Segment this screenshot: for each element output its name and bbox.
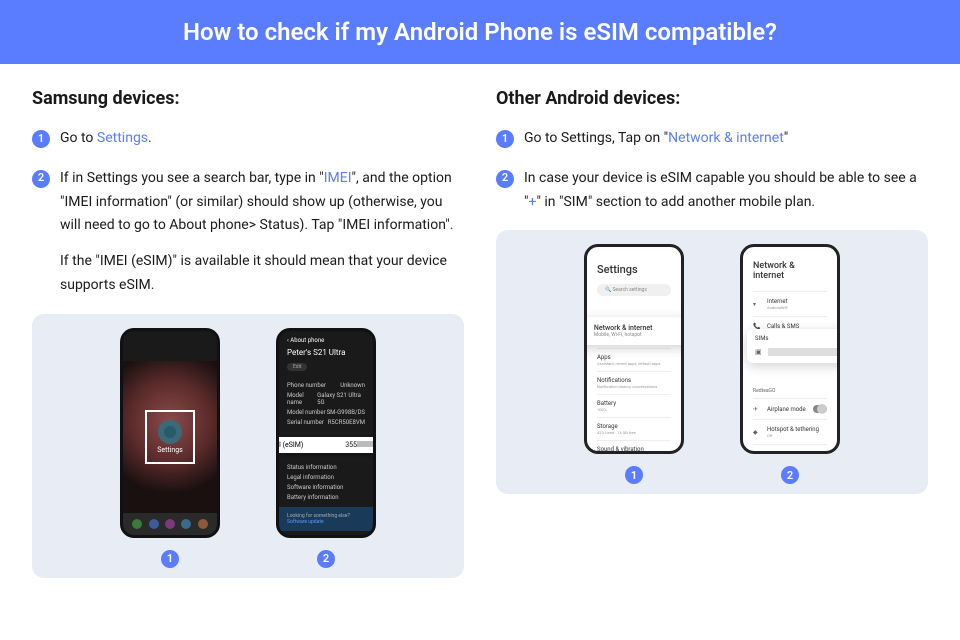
thumb-number: 1 xyxy=(161,550,179,568)
samsung-step-2: 2 If in Settings you see a search bar, t… xyxy=(32,167,464,298)
phone-mock-samsung-home: Settings xyxy=(120,328,220,538)
search-bar: 🔍 Search settings xyxy=(597,284,671,296)
step-text: Go to Settings. xyxy=(60,127,464,151)
wifi-icon: ▾ xyxy=(753,301,761,308)
samsung-gallery: Settings 1 ‹ About phone Peter's S21 Ult… xyxy=(32,314,464,578)
other-column: Other Android devices: 1 Go to Settings,… xyxy=(496,88,928,578)
hotspot-icon: ◆ xyxy=(753,429,761,436)
network-internet-link[interactable]: Network & internet xyxy=(668,130,784,146)
back-label: ‹ About phone xyxy=(287,337,365,344)
phone-mock-about-phone: ‹ About phone Peter's S21 Ultra Edit Pho… xyxy=(276,328,376,538)
other-heading: Other Android devices: xyxy=(496,88,928,109)
samsung-column: Samsung devices: 1 Go to Settings. 2 If … xyxy=(32,88,464,578)
phone-mock-network: Network & internet ▾InternetAndroidWifi … xyxy=(740,244,840,454)
toggle-icon xyxy=(813,405,827,413)
page-title: How to check if my Android Phone is eSIM… xyxy=(183,18,777,46)
dock xyxy=(123,513,217,535)
step-number: 1 xyxy=(32,130,50,148)
gear-icon xyxy=(158,420,182,444)
other-step-2: 2 In case your device is eSIM capable yo… xyxy=(496,167,928,215)
page-header: How to check if my Android Phone is eSIM… xyxy=(0,0,960,64)
step-extra-text: If the "IMEI (eSIM)" is available it sho… xyxy=(60,250,464,298)
phone-mock-settings: Settings 🔍 Search settings ◇ Network & i… xyxy=(584,244,684,454)
thumb-number: 2 xyxy=(781,466,799,484)
imei-esim-highlight: IMEI (eSIM) 355 xyxy=(276,437,376,453)
other-gallery: Settings 🔍 Search settings ◇ Network & i… xyxy=(496,230,928,494)
thumb-number: 2 xyxy=(317,550,335,568)
sim-name-blur xyxy=(768,348,840,356)
thumb-number: 1 xyxy=(625,466,643,484)
imei-link[interactable]: IMEI xyxy=(324,170,352,186)
gallery-item-1: Settings 1 xyxy=(120,328,220,568)
content: Samsung devices: 1 Go to Settings. 2 If … xyxy=(0,64,960,578)
gallery-item-2: Network & internet ▾InternetAndroidWifi … xyxy=(740,244,840,484)
wifi-icon: ◇ xyxy=(584,326,586,336)
step-text: Go to Settings, Tap on "Network & intern… xyxy=(524,127,928,151)
samsung-step-1: 1 Go to Settings. xyxy=(32,127,464,151)
airplane-icon: ✈ xyxy=(753,406,761,413)
other-step-1: 1 Go to Settings, Tap on "Network & inte… xyxy=(496,127,928,151)
step-number: 2 xyxy=(496,170,514,188)
step-text: If in Settings you see a search bar, typ… xyxy=(60,167,464,298)
gallery-item-1: Settings 🔍 Search settings ◇ Network & i… xyxy=(584,244,684,484)
sim-icon: ▣ xyxy=(755,348,762,356)
network-internet-callout: ◇ Network & internet Mobile, Wi-Fi, hots… xyxy=(584,317,684,345)
settings-link[interactable]: Settings xyxy=(97,130,148,146)
step-number: 2 xyxy=(32,170,50,188)
sims-callout: SIMs ▣ + xyxy=(747,329,840,363)
gallery-item-2: ‹ About phone Peter's S21 Ultra Edit Pho… xyxy=(276,328,376,568)
datasaver-icon: ○ xyxy=(753,454,761,455)
step-text: In case your device is eSIM capable you … xyxy=(524,167,928,215)
step-number: 1 xyxy=(496,130,514,148)
samsung-heading: Samsung devices: xyxy=(32,88,464,109)
settings-icon-highlight: Settings xyxy=(145,410,195,464)
